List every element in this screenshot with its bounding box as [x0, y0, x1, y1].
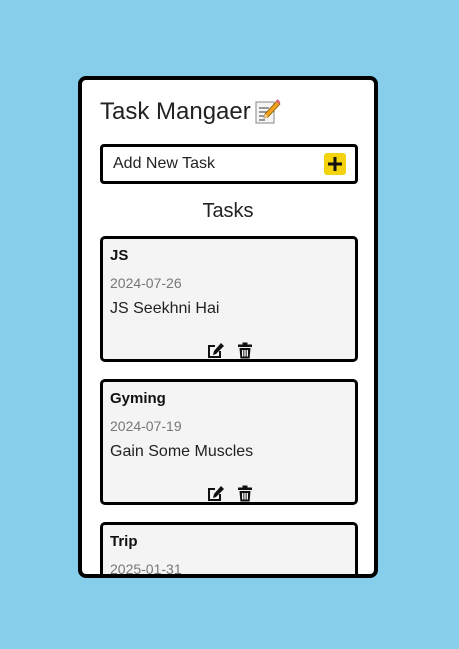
add-task-button[interactable] [324, 153, 346, 175]
task-card: JS 2024-07-26 JS Seekhni Hai [100, 236, 358, 362]
edit-button[interactable] [205, 341, 225, 359]
app-title: Task Mangaer [100, 98, 251, 125]
task-card: Gyming 2024-07-19 Gain Some Muscles [100, 379, 358, 505]
edit-button[interactable] [205, 484, 225, 502]
task-date: 2024-07-26 [110, 275, 182, 291]
memo-icon [253, 98, 281, 126]
add-task-label: Add New Task [113, 155, 215, 172]
trash-icon [238, 342, 252, 358]
task-title: JS [110, 247, 129, 264]
task-description: JS Seekhni Hai [110, 300, 220, 317]
plus-icon [328, 157, 342, 171]
task-description: Gain Some Muscles [110, 443, 254, 460]
task-actions [205, 484, 255, 502]
task-title: Gyming [110, 390, 166, 407]
task-card: Trip 2025-01-31 [100, 522, 358, 577]
edit-icon [207, 485, 224, 501]
task-manager-panel: Task Mangaer Add New Task Tasks JS 2024-… [78, 76, 378, 578]
trash-icon [238, 485, 252, 501]
add-task-bar[interactable]: Add New Task [100, 144, 358, 184]
delete-button[interactable] [235, 341, 255, 359]
task-actions [205, 341, 255, 359]
task-date: 2024-07-19 [110, 418, 182, 434]
tasks-heading: Tasks [202, 200, 254, 222]
edit-icon [207, 342, 224, 358]
header: Task Mangaer [100, 98, 281, 126]
delete-button[interactable] [235, 484, 255, 502]
task-date: 2025-01-31 [110, 561, 182, 577]
task-title: Trip [110, 533, 138, 550]
